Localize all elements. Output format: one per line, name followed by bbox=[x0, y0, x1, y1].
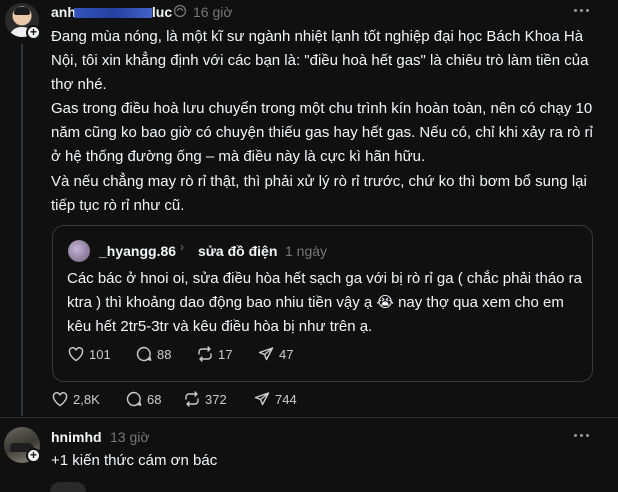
quoted-repost-button[interactable]: 17 bbox=[196, 344, 232, 364]
quoted-share-button[interactable]: 47 bbox=[257, 344, 293, 364]
quoted-timestamp: 1 ngày bbox=[285, 243, 328, 259]
post-divider bbox=[0, 417, 618, 418]
heart-icon bbox=[68, 347, 84, 362]
like-count: 2,8K bbox=[73, 391, 100, 407]
repost-icon bbox=[185, 391, 199, 407]
username-redaction bbox=[73, 8, 152, 19]
thread-line bbox=[21, 44, 23, 416]
post-timestamp: 16 giờ bbox=[193, 4, 233, 20]
follow-plus-icon[interactable]: + bbox=[26, 448, 41, 463]
comment-icon bbox=[136, 346, 152, 362]
quoted-topic[interactable]: sửa đồ điện bbox=[198, 243, 277, 259]
quoted-text: Các bác ở hnoi oi, sửa điều hòa hết sạch… bbox=[67, 270, 583, 335]
quoted-comment-count: 88 bbox=[157, 346, 172, 362]
reply-username[interactable]: hnimhd bbox=[51, 429, 102, 445]
repost-small-icon bbox=[173, 4, 187, 18]
quoted-repost-count: 17 bbox=[218, 346, 233, 362]
avatar-hair bbox=[14, 7, 30, 15]
reply-timestamp: 13 giờ bbox=[110, 429, 150, 445]
topic-separator-icon: › bbox=[180, 240, 184, 254]
share-icon bbox=[254, 392, 270, 406]
more-icon[interactable] bbox=[574, 9, 590, 13]
quoted-like-button[interactable]: 101 bbox=[67, 344, 111, 364]
comment-button[interactable]: 68 bbox=[125, 389, 161, 409]
heart-icon bbox=[52, 392, 68, 407]
share-icon bbox=[258, 347, 274, 361]
quoted-comment-button[interactable]: 88 bbox=[135, 344, 171, 364]
quoted-username[interactable]: _hyangg.86 bbox=[99, 243, 176, 259]
reply-text: +1 kiến thức cám ơn bác bbox=[51, 452, 218, 469]
post-paragraph-1: Đang mùa nóng, là một kĩ sư ngành nhiệt … bbox=[51, 28, 589, 93]
repost-count: 372 bbox=[205, 391, 227, 407]
quoted-share-count: 47 bbox=[279, 346, 294, 362]
quoted-avatar[interactable] bbox=[68, 240, 90, 262]
follow-plus-icon[interactable]: + bbox=[26, 25, 41, 40]
share-count: 744 bbox=[275, 391, 297, 407]
next-reply-avatar[interactable] bbox=[50, 482, 86, 492]
quoted-like-count: 101 bbox=[89, 346, 111, 362]
post-paragraph-2: Gas trong điều hoà lưu chuyển trong một … bbox=[51, 100, 593, 165]
repost-icon bbox=[198, 346, 212, 362]
username-end: luc bbox=[151, 4, 173, 20]
repost-button[interactable]: 372 bbox=[183, 389, 227, 409]
like-button[interactable]: 2,8K bbox=[51, 389, 100, 409]
post-paragraph-3: Và nếu chẳng may rò rỉ thật, thì phải xử… bbox=[51, 173, 587, 214]
author-username[interactable]: anh luc bbox=[51, 4, 172, 20]
username-start: anh bbox=[51, 4, 76, 20]
comment-count: 68 bbox=[147, 391, 162, 407]
quoted-post[interactable]: _hyangg.86 › sửa đồ điện 1 ngày Các bác … bbox=[52, 225, 593, 382]
more-icon[interactable] bbox=[574, 434, 590, 438]
comment-icon bbox=[126, 391, 142, 407]
share-button[interactable]: 744 bbox=[253, 389, 297, 409]
